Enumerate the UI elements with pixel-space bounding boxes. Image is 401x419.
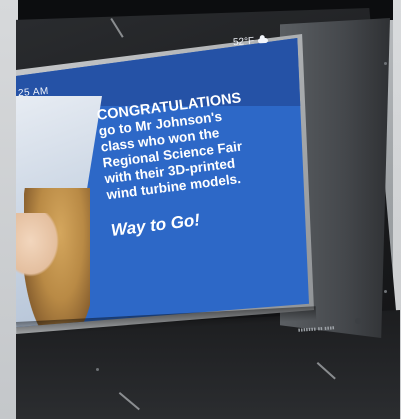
mount-screw xyxy=(384,62,387,65)
photo-scene: 25 AM 52°F CONGRATULATIONS go to Mr John… xyxy=(0,0,401,419)
temperature-text: 52°F xyxy=(232,35,255,49)
mount-screw xyxy=(384,290,387,293)
mount-screw xyxy=(96,368,99,371)
student-face xyxy=(16,213,64,283)
cloud-icon xyxy=(258,37,269,44)
clock-readout: 25 AM xyxy=(17,85,50,100)
left-wall-strip xyxy=(0,0,18,419)
announcement-message: CONGRATULATIONS go to Mr Johnson's class… xyxy=(96,86,291,241)
power-indicator xyxy=(355,318,361,324)
